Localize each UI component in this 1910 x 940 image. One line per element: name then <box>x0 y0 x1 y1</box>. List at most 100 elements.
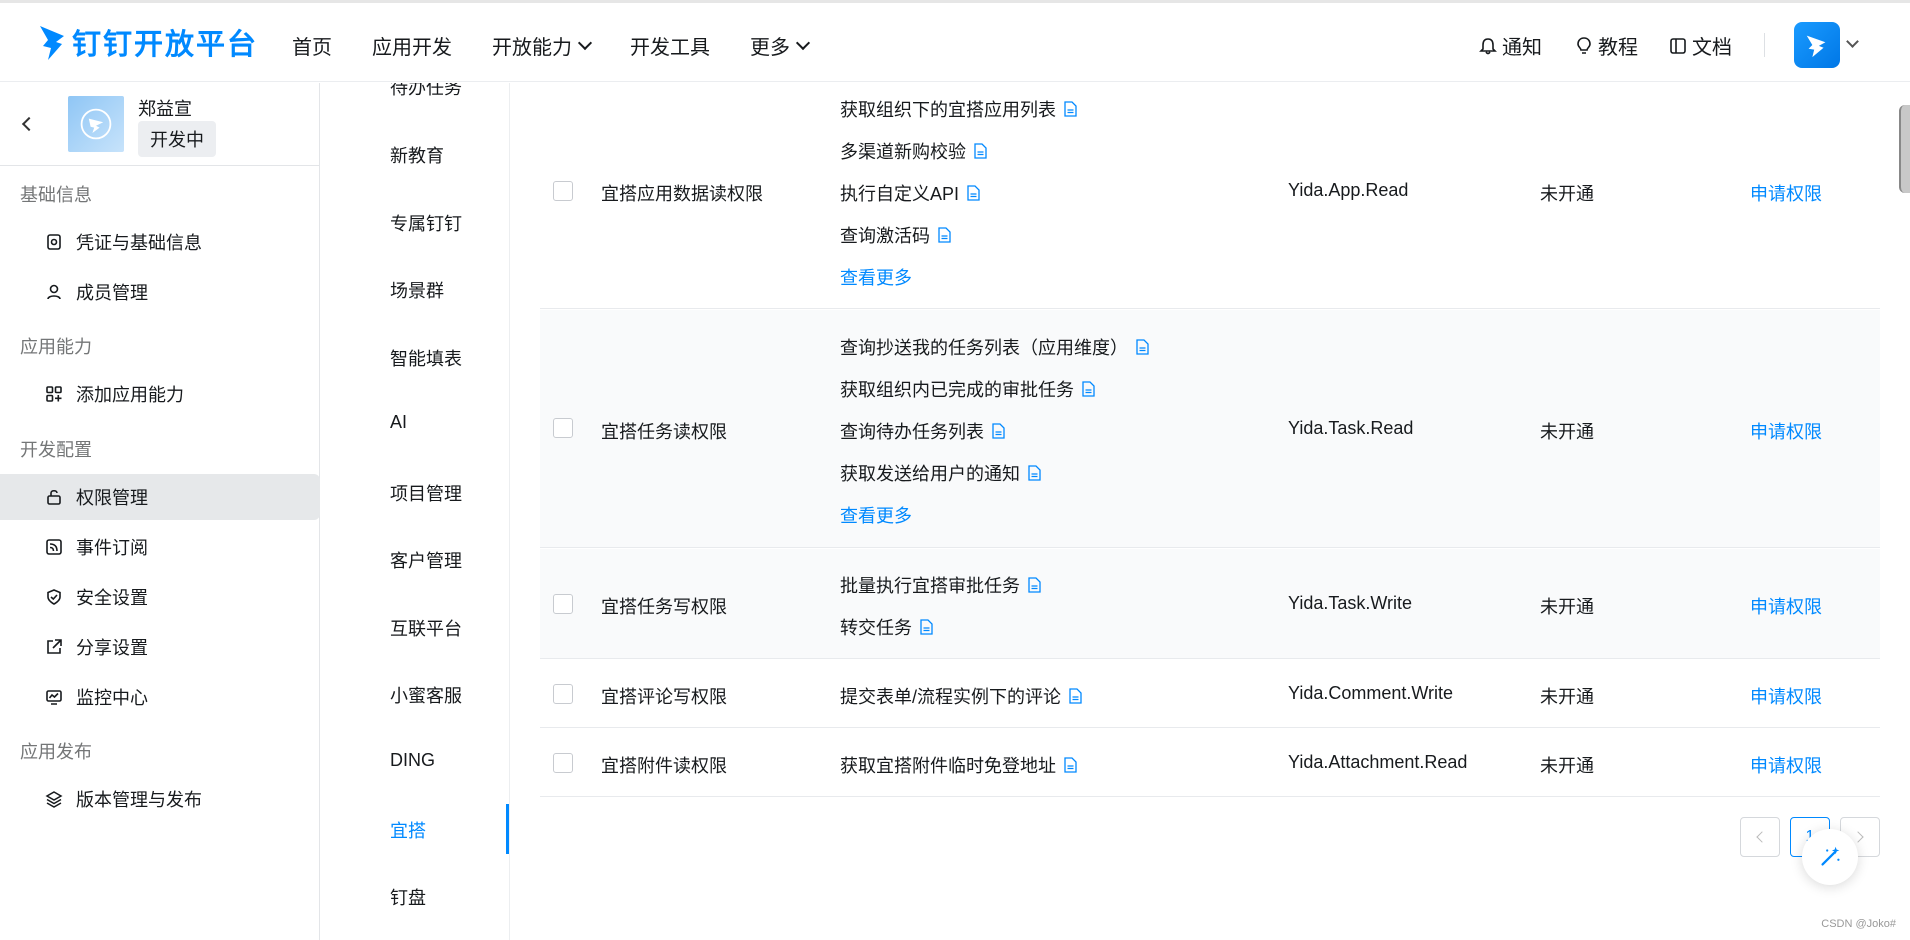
subnav-item-dingpan[interactable]: 钉盘 <box>390 884 426 910</box>
subnav-item-interconnect[interactable]: 互联平台 <box>390 615 462 641</box>
app-avatar <box>68 96 124 152</box>
nav-more[interactable]: 更多 <box>750 31 811 60</box>
sidebar-item-versions[interactable]: 版本管理与发布 <box>0 776 320 822</box>
sidebar-item-permissions[interactable]: 权限管理 <box>0 474 320 520</box>
pagination-prev[interactable] <box>1740 817 1780 857</box>
api-item[interactable]: 批量执行宜搭审批任务 <box>840 572 1041 598</box>
rss-icon <box>46 539 62 555</box>
api-item[interactable]: 执行自定义API <box>840 180 980 206</box>
subnav-item-ai[interactable]: AI <box>390 412 407 433</box>
view-more-link[interactable]: 查看更多 <box>840 264 912 290</box>
api-name: 多渠道新购校验 <box>840 142 966 162</box>
dingtalk-logo-icon <box>40 26 64 60</box>
subnav-item-todo[interactable]: 待办任务 <box>390 83 462 100</box>
sidebar-item-label: 事件订阅 <box>76 538 148 558</box>
dingtalk-avatar-icon <box>1806 35 1826 58</box>
shield-icon <box>47 589 61 605</box>
chevron-left-icon <box>1756 831 1768 843</box>
sidebar-item-members[interactable]: 成员管理 <box>0 269 320 315</box>
subnav-item-xiaomi[interactable]: 小蜜客服 <box>390 682 462 708</box>
nav-dev-tools[interactable]: 开发工具 <box>630 31 710 60</box>
doc-icon[interactable] <box>974 143 987 159</box>
view-more-link[interactable]: 查看更多 <box>840 502 912 528</box>
scrollbar-handle[interactable] <box>1899 105 1910 193</box>
api-item[interactable]: 查询抄送我的任务列表（应用维度） <box>840 334 1149 360</box>
back-arrow-icon[interactable] <box>21 116 37 132</box>
logo[interactable]: 钉钉开放平台 <box>38 21 258 63</box>
doc-icon[interactable] <box>920 619 933 635</box>
sidebar-item-label: 监控中心 <box>76 688 148 708</box>
api-item[interactable]: 获取发送给用户的通知 <box>840 460 1041 486</box>
doc-icon[interactable] <box>1028 465 1041 481</box>
apply-permission-link[interactable]: 申请权限 <box>1750 418 1822 444</box>
apply-permission-link[interactable]: 申请权限 <box>1750 752 1822 778</box>
sidebar-item-label: 版本管理与发布 <box>76 790 202 810</box>
row-checkbox[interactable] <box>553 684 573 704</box>
row-checkbox[interactable] <box>553 753 573 773</box>
sidebar-item-monitor[interactable]: 监控中心 <box>0 674 320 720</box>
doc-icon[interactable] <box>1028 577 1041 593</box>
subnav-item-yida[interactable]: 宜搭 <box>390 817 426 843</box>
subnav-item-ding[interactable]: DING <box>390 750 435 771</box>
doc-icon[interactable] <box>967 185 980 201</box>
subnav-item-education[interactable]: 新教育 <box>390 142 444 168</box>
api-item[interactable]: 查询待办任务列表 <box>840 418 1005 444</box>
sidebar-item-label: 凭证与基础信息 <box>76 233 202 253</box>
subnav-item-customer[interactable]: 客户管理 <box>390 547 462 573</box>
sidebar-item-share[interactable]: 分享设置 <box>0 624 320 670</box>
table-row: 宜搭评论写权限 提交表单/流程实例下的评论 Yida.Comment.Write… <box>540 660 1880 728</box>
api-item[interactable]: 多渠道新购校验 <box>840 138 987 164</box>
row-checkbox[interactable] <box>553 418 573 438</box>
bulb-icon <box>1577 36 1591 54</box>
sidebar-item-label: 安全设置 <box>76 588 148 608</box>
chevron-down-icon[interactable] <box>1846 35 1859 48</box>
api-item[interactable]: 获取组织下的宜搭应用列表 <box>840 96 1077 122</box>
doc-icon[interactable] <box>992 423 1005 439</box>
group-app-release: 应用发布 <box>20 742 92 762</box>
top-header: 钉钉开放平台 首页 应用开发 开放能力 开发工具 更多 通知 教程 文档 <box>0 0 1910 82</box>
apply-permission-link[interactable]: 申请权限 <box>1750 683 1822 709</box>
api-item[interactable]: 查询激活码 <box>840 222 951 248</box>
subnav-item-smart-form[interactable]: 智能填表 <box>390 345 462 371</box>
main-nav: 首页 应用开发 开放能力 开发工具 更多 <box>292 31 848 60</box>
doc-icon[interactable] <box>1064 101 1077 117</box>
api-item[interactable]: 获取宜搭附件临时免登地址 <box>840 752 1077 778</box>
doc-icon[interactable] <box>1069 688 1082 704</box>
api-item[interactable]: 获取组织内已完成的审批任务 <box>840 376 1095 402</box>
chevron-right-icon <box>1852 831 1864 843</box>
sidebar-item-credentials[interactable]: 凭证与基础信息 <box>0 219 320 265</box>
nav-open-capability-label: 开放能力 <box>492 37 572 59</box>
row-checkbox[interactable] <box>553 181 573 201</box>
credential-icon <box>47 234 61 250</box>
api-item[interactable]: 提交表单/流程实例下的评论 <box>840 683 1082 709</box>
subnav-item-exclusive[interactable]: 专属钉钉 <box>390 210 462 236</box>
nav-open-capability[interactable]: 开放能力 <box>492 31 593 60</box>
doc-icon[interactable] <box>1136 339 1149 355</box>
sidebar-item-security[interactable]: 安全设置 <box>0 574 320 620</box>
header-divider <box>1764 33 1765 57</box>
tutorial-link[interactable]: 教程 <box>1574 31 1638 60</box>
row-checkbox[interactable] <box>553 594 573 614</box>
apply-permission-link[interactable]: 申请权限 <box>1750 593 1822 619</box>
sidebar-item-add-capability[interactable]: 添加应用能力 <box>0 371 320 417</box>
nav-home[interactable]: 首页 <box>292 31 332 60</box>
permission-scope: Yida.Attachment.Read <box>1288 752 1468 772</box>
docs-link[interactable]: 文档 <box>1668 31 1732 60</box>
permission-status: 未开通 <box>1540 422 1594 442</box>
table-row: 宜搭任务写权限 批量执行宜搭审批任务 转交任务 Yida.Task.Write … <box>540 549 1880 659</box>
group-dev-config: 开发配置 <box>20 440 92 460</box>
api-item[interactable]: 转交任务 <box>840 614 933 640</box>
capability-subnav: 待办任务 新教育 专属钉钉 场景群 智能填表 AI 项目管理 客户管理 互联平台… <box>340 83 510 940</box>
subnav-item-project[interactable]: 项目管理 <box>390 480 462 506</box>
doc-icon[interactable] <box>1064 757 1077 773</box>
sidebar-item-label: 权限管理 <box>76 488 148 508</box>
doc-icon[interactable] <box>1082 381 1095 397</box>
user-avatar[interactable] <box>1794 22 1840 68</box>
ai-assistant-button[interactable] <box>1802 829 1858 885</box>
doc-icon[interactable] <box>938 227 951 243</box>
subnav-item-scene-group[interactable]: 场景群 <box>390 277 444 303</box>
apply-permission-link[interactable]: 申请权限 <box>1750 180 1822 206</box>
nav-app-dev[interactable]: 应用开发 <box>372 31 452 60</box>
notify-link[interactable]: 通知 <box>1478 31 1542 60</box>
sidebar-item-events[interactable]: 事件订阅 <box>0 524 320 570</box>
